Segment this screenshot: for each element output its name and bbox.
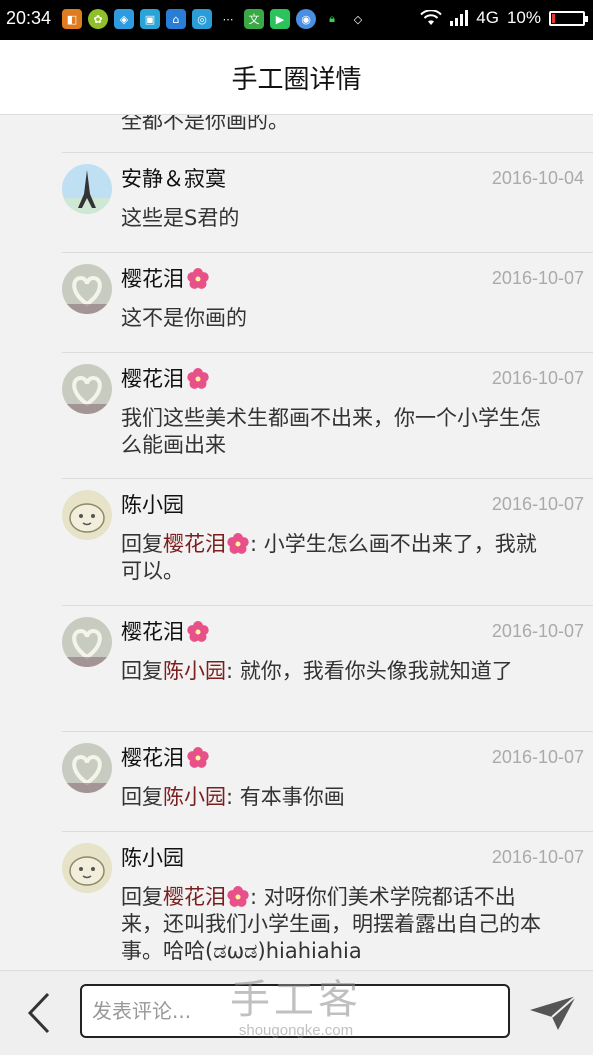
reply-body: : 就你，我看你头像我就知道了 [226,659,513,683]
header: 手工圈详情 [0,40,593,115]
reply-to-name[interactable]: 樱花泪 [163,885,226,909]
comment-item[interactable]: 樱花泪 2016-10-07 回复陈小园: 有本事你画 [0,731,593,831]
partial-comment-text: 全都不是你画的。 [121,115,289,133]
page-title: 手工圈详情 [231,64,362,95]
avatar[interactable] [62,490,112,540]
comment-date: 2016-10-07 [491,494,584,514]
signal-icon [450,10,469,26]
send-icon[interactable] [528,993,578,1033]
comment-divider [62,605,593,606]
sakura-icon [187,368,209,389]
battery-percent: 10% [506,8,541,27]
commenter-name[interactable]: 陈小园 [121,844,184,872]
avatar[interactable] [62,617,112,667]
comment-date: 2016-10-07 [491,268,584,288]
comment-text: 这不是你画的 [121,306,247,330]
reply-prefix: 回复 [121,532,163,556]
reply-prefix: 回复 [121,885,163,909]
comment-text: 回复樱花泪: 小学生怎么画不出来了，我就可以。 [121,531,541,585]
app-notification-icon: ◧ [62,9,82,29]
wifi-icon [420,10,442,25]
chat-notification-icon: ▣ [140,9,160,29]
comment-item[interactable]: 安静＆寂寞 2016-10-04 这些是S君的 [0,152,593,252]
comment-text: 回复樱花泪: 对呀你们美术学院都话不出来，还叫我们小学生画，明摆着露出自己的本事… [121,884,541,965]
commenter-name-text: 陈小园 [121,493,184,517]
comment-input[interactable] [90,986,494,1036]
commenter-name-text: 安静＆寂寞 [121,167,226,191]
commenter-name[interactable]: 樱花泪 [121,365,210,393]
comment-date: 2016-10-07 [491,621,584,641]
avatar[interactable] [62,364,112,414]
comment-item[interactable]: 樱花泪 2016-10-07 我们这些美术生都画不出来，你一个小学生怎么能画出来 [0,352,593,478]
comment-bar [0,970,593,1055]
commenter-name[interactable]: 陈小园 [121,491,184,519]
comment-divider [62,352,593,353]
comment-feed[interactable]: 全都不是你画的。 安静＆寂寞 2016-10-04 这些是S君的 樱花泪 2016-1… [0,115,593,970]
notification-icons: ◧ ✿ ◈ ▣ ⌂ ◎ ⋯ 文 ▶ ◉ 🔒︎ ◇ [62,9,368,31]
commenter-name[interactable]: 樱花泪 [121,265,210,293]
comment-date: 2016-10-07 [491,368,584,388]
video-app-icon: ▶ [270,9,290,29]
comment-item[interactable]: 樱花泪 2016-10-07 这不是你画的 [0,252,593,352]
comment-divider [62,478,593,479]
commenter-name-text: 樱花泪 [121,746,184,770]
comment-item[interactable]: 陈小园 2016-10-07 回复樱花泪: 对呀你们美术学院都话不出来，还叫我们小学… [0,831,593,970]
avatar[interactable] [62,264,112,314]
app-notification-icon: ⋯ [218,9,238,29]
comment-text: 我们这些美术生都画不出来，你一个小学生怎么能画出来 [121,406,541,457]
sakura-icon [187,747,209,768]
comment-divider [62,252,593,253]
lock-icon: 🔒︎ [322,9,342,29]
comment-date: 2016-10-07 [491,747,584,767]
app-notification-icon: ◈ [114,9,134,29]
reply-prefix: 回复 [121,659,163,683]
sakura-icon [187,621,209,642]
comment-divider [62,731,593,732]
commenter-name-text: 樱花泪 [121,267,184,291]
reply-body: : 有本事你画 [226,785,345,809]
app-notification-icon: ✿ [88,9,108,29]
comment-text: 这些是S君的 [121,206,240,230]
network-type: 4G [476,8,499,27]
battery-level [552,13,555,23]
reply-to-name[interactable]: 樱花泪 [163,532,226,556]
comment-date: 2016-10-04 [491,168,584,188]
comment-divider [62,831,593,832]
sakura-icon [227,533,249,554]
reply-to-name[interactable]: 陈小园 [163,785,226,809]
reply-to-name[interactable]: 陈小园 [163,659,226,683]
comment-text: 回复陈小园: 有本事你画 [121,784,541,811]
back-arrow-icon[interactable] [22,991,56,1035]
status-bar: 20:34 ◧ ✿ ◈ ▣ ⌂ ◎ ⋯ 文 ▶ ◉ 🔒︎ ◇ 4G 10% [0,0,593,40]
comment-item[interactable]: 陈小园 2016-10-07 回复樱花泪: 小学生怎么画不出来了，我就可以。 [0,478,593,605]
sakura-icon [227,886,249,907]
comment-input-box[interactable] [80,984,510,1038]
battery-icon [549,10,588,26]
commenter-name-text: 樱花泪 [121,367,184,391]
avatar[interactable] [62,843,112,893]
commenter-name[interactable]: 樱花泪 [121,744,210,772]
commenter-name-text: 樱花泪 [121,620,184,644]
comment-item[interactable]: 樱花泪 2016-10-07 回复陈小园: 就你，我看你头像我就知道了 [0,605,593,731]
commenter-name[interactable]: 樱花泪 [121,618,210,646]
vibrate-icon: ◇ [348,9,368,29]
commenter-name-text: 陈小园 [121,846,184,870]
text-app-icon: 文 [244,9,264,29]
avatar[interactable] [62,743,112,793]
comment-text: 回复陈小园: 就你，我看你头像我就知道了 [121,658,541,685]
app-notification-icon: ◉ [296,9,316,29]
comment-divider [62,152,593,153]
commenter-name[interactable]: 安静＆寂寞 [121,165,226,193]
avatar[interactable] [62,164,112,214]
reply-prefix: 回复 [121,785,163,809]
status-time: 20:34 [6,8,52,28]
sakura-icon [187,268,209,289]
lock-notification-icon: ⌂ [166,9,186,29]
status-right: 4G 10% [420,8,588,28]
comment-date: 2016-10-07 [491,847,584,867]
app-notification-icon: ◎ [192,9,212,29]
